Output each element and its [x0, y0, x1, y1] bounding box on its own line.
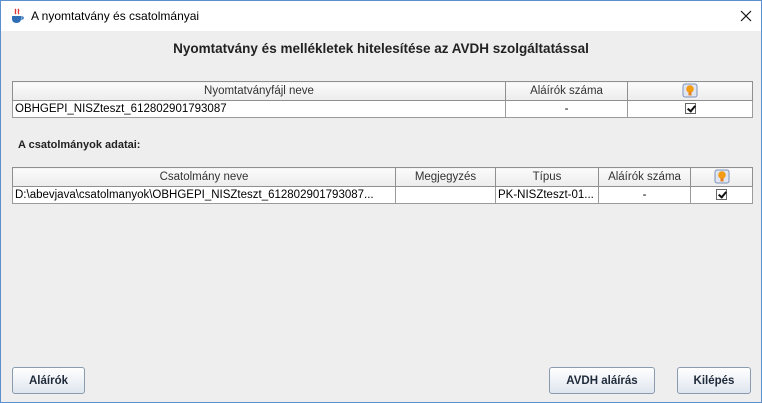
help-bulb-icon[interactable] [714, 169, 730, 185]
column-header-note[interactable]: Megjegyzés [395, 167, 496, 187]
title-bar[interactable]: A nyomtatvány és csatolmányai [1, 1, 761, 31]
table-row[interactable]: OBHGEPI_NISZteszt_612802901793087 - [12, 100, 753, 118]
window-title: A nyomtatvány és csatolmányai [31, 9, 200, 23]
exit-button[interactable]: Kilépés [677, 367, 751, 394]
attachments-table: Csatolmány neve Megjegyzés Típus Aláírók… [12, 167, 753, 204]
form-signers-cell[interactable]: - [505, 100, 628, 118]
form-filename-cell[interactable]: OBHGEPI_NISZteszt_612802901793087 [12, 100, 506, 118]
attachment-name-cell[interactable]: D:\abevjava\csatolmanyok\OBHGEPI_NISZtes… [12, 186, 396, 204]
page-title: Nyomtatvány és mellékletek hitelesítése … [173, 41, 589, 56]
column-header-signers[interactable]: Aláírók száma [505, 81, 628, 101]
table-row[interactable]: D:\abevjava\csatolmanyok\OBHGEPI_NISZtes… [12, 186, 753, 204]
attachment-select-cell[interactable] [690, 186, 753, 204]
dialog-window: A nyomtatvány és csatolmányai Nyomtatván… [0, 0, 762, 403]
avdh-sign-button[interactable]: AVDH aláírás [549, 367, 655, 394]
form-select-cell[interactable] [627, 100, 753, 118]
form-row-checkbox[interactable] [684, 103, 696, 115]
form-table: Nyomtatványfájl neve Aláírók száma OBHGE… [12, 81, 753, 118]
column-header-attachment-select[interactable] [690, 167, 753, 187]
column-header-filename[interactable]: Nyomtatványfájl neve [12, 81, 506, 101]
attachment-signers-cell[interactable]: - [598, 186, 691, 204]
attachments-section-label: A csatolmányok adatai: [18, 139, 141, 151]
close-icon[interactable] [731, 1, 761, 31]
java-cup-icon [9, 8, 25, 24]
column-header-attachment-signers[interactable]: Aláírók száma [598, 167, 691, 187]
attachment-type-cell[interactable]: PK-NISZteszt-01... [495, 186, 599, 204]
help-bulb-icon[interactable] [682, 83, 698, 99]
column-header-type[interactable]: Típus [495, 167, 599, 187]
column-header-attachment-name[interactable]: Csatolmány neve [12, 167, 396, 187]
column-header-select[interactable] [627, 81, 753, 101]
attachment-note-cell[interactable] [395, 186, 496, 204]
signers-button[interactable]: Aláírók [12, 367, 85, 394]
attachment-row-checkbox[interactable] [716, 189, 727, 201]
